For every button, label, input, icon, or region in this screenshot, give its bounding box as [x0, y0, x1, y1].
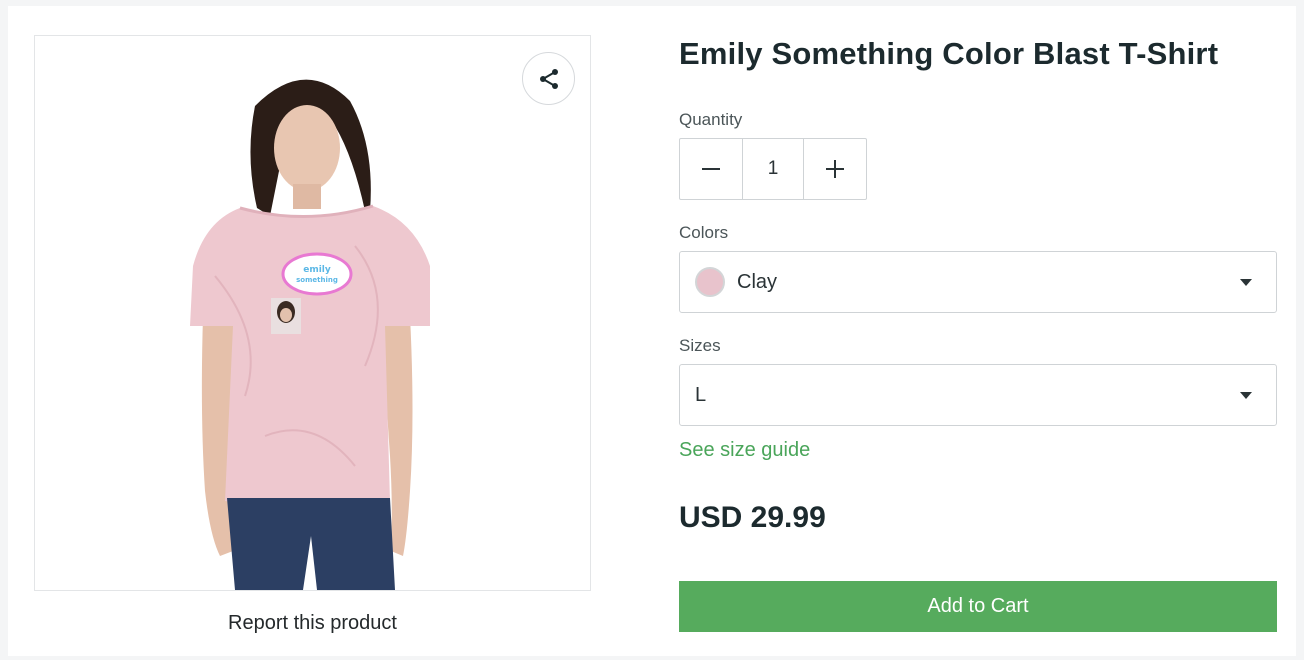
- chevron-down-icon: [1240, 392, 1252, 399]
- product-image[interactable]: emily something: [35, 36, 590, 590]
- svg-text:something: something: [296, 276, 338, 284]
- sizes-label: Sizes: [679, 336, 721, 355]
- size-guide-link[interactable]: See size guide: [679, 439, 810, 462]
- chevron-down-icon: [1240, 279, 1252, 286]
- report-product-link[interactable]: Report this product: [34, 612, 591, 635]
- color-selected-value: Clay: [737, 270, 778, 293]
- quantity-value[interactable]: 1: [742, 139, 804, 199]
- quantity-stepper: 1: [679, 138, 867, 200]
- svg-text:emily: emily: [303, 265, 331, 275]
- share-button[interactable]: [522, 52, 575, 105]
- quantity-label: Quantity: [679, 110, 743, 129]
- size-selected-value: L: [695, 383, 707, 406]
- color-select[interactable]: Clay: [679, 251, 1277, 313]
- product-price: USD 29.99: [679, 501, 826, 534]
- minus-icon: [702, 168, 720, 170]
- product-title: Emily Something Color Blast T-Shirt: [679, 36, 1219, 71]
- decrement-button[interactable]: [680, 139, 742, 199]
- color-swatch: [695, 267, 725, 297]
- share-icon: [539, 68, 558, 89]
- product-image-frame: emily something: [34, 35, 591, 591]
- colors-label: Colors: [679, 223, 729, 242]
- size-select[interactable]: L: [679, 364, 1277, 426]
- increment-button[interactable]: [804, 139, 866, 199]
- add-to-cart-button[interactable]: Add to Cart: [679, 581, 1277, 632]
- plus-icon: [826, 160, 844, 178]
